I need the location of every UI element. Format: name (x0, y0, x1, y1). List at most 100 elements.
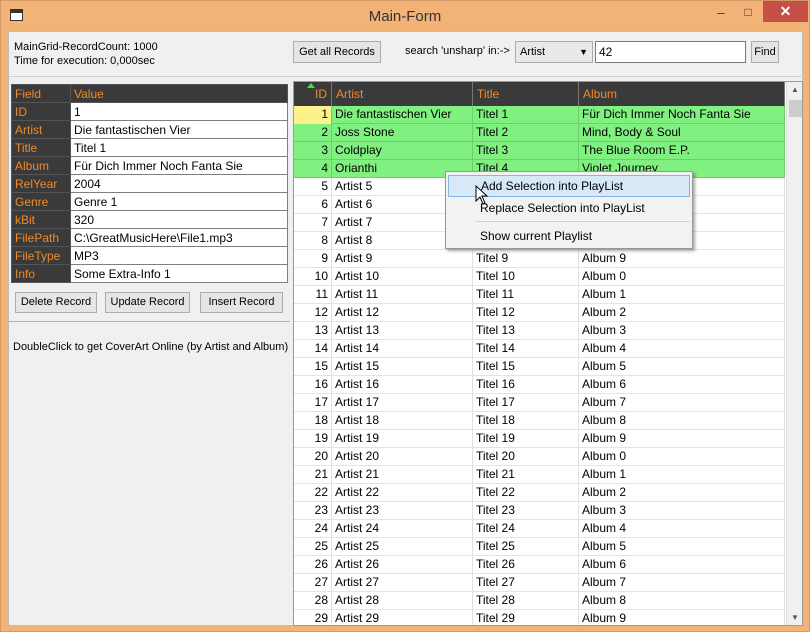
cell-artist[interactable]: Artist 18 (332, 412, 473, 430)
cell-artist[interactable]: Die fantastischen Vier (332, 106, 473, 124)
find-button[interactable]: Find (751, 41, 779, 63)
vertical-scrollbar[interactable]: ▲ ▼ (786, 82, 802, 625)
cell-title[interactable]: Titel 16 (473, 376, 579, 394)
cell-artist[interactable]: Artist 23 (332, 502, 473, 520)
table-row[interactable]: 21 Artist 21 Titel 21 Album 1 (294, 466, 785, 484)
cell-artist[interactable]: Artist 12 (332, 304, 473, 322)
cell-title[interactable]: Titel 10 (473, 268, 579, 286)
cell-title[interactable]: Titel 18 (473, 412, 579, 430)
table-row[interactable]: 17 Artist 17 Titel 17 Album 7 (294, 394, 785, 412)
cell-album[interactable]: Album 8 (579, 412, 785, 430)
insert-record-button[interactable]: Insert Record (200, 292, 283, 313)
cell-id[interactable]: 9 (294, 250, 332, 268)
cell-title[interactable]: Titel 24 (473, 520, 579, 538)
cover-art-panel[interactable]: DoubleClick to get CoverArt Online (by A… (9, 321, 290, 625)
cell-title[interactable]: Titel 22 (473, 484, 579, 502)
column-header-album[interactable]: Album (579, 82, 785, 106)
column-header-title[interactable]: Title (473, 82, 579, 106)
cell-album[interactable]: Album 3 (579, 502, 785, 520)
cell-id[interactable]: 28 (294, 592, 332, 610)
cell-title[interactable]: Titel 14 (473, 340, 579, 358)
scroll-up-icon[interactable]: ▲ (791, 85, 799, 94)
cell-artist[interactable]: Artist 26 (332, 556, 473, 574)
update-record-button[interactable]: Update Record (105, 292, 190, 313)
detail-field-value[interactable]: C:\GreatMusicHere\File1.mp3 (70, 228, 288, 247)
cell-artist[interactable]: Artist 17 (332, 394, 473, 412)
cell-id[interactable]: 24 (294, 520, 332, 538)
table-row[interactable]: 18 Artist 18 Titel 18 Album 8 (294, 412, 785, 430)
detail-field-value[interactable]: Die fantastischen Vier (70, 120, 288, 139)
column-header-artist[interactable]: Artist (332, 82, 473, 106)
cell-album[interactable]: Album 0 (579, 448, 785, 466)
main-grid[interactable]: ID Artist Title Album 1 Die fantastischen… (293, 81, 803, 626)
cell-album[interactable]: Album 9 (579, 610, 785, 625)
cell-album[interactable]: Album 2 (579, 484, 785, 502)
cell-id[interactable]: 19 (294, 430, 332, 448)
cell-title[interactable]: Titel 1 (473, 106, 579, 124)
table-row[interactable]: 10 Artist 10 Titel 10 Album 0 (294, 268, 785, 286)
cell-id[interactable]: 23 (294, 502, 332, 520)
cell-title[interactable]: Titel 28 (473, 592, 579, 610)
cell-title[interactable]: Titel 11 (473, 286, 579, 304)
cell-id[interactable]: 14 (294, 340, 332, 358)
table-row[interactable]: 12 Artist 12 Titel 12 Album 2 (294, 304, 785, 322)
table-row[interactable]: 22 Artist 22 Titel 22 Album 2 (294, 484, 785, 502)
cell-title[interactable]: Titel 17 (473, 394, 579, 412)
cell-artist[interactable]: Artist 22 (332, 484, 473, 502)
cell-id[interactable]: 29 (294, 610, 332, 625)
table-row[interactable]: 3 Coldplay Titel 3 The Blue Room E.P. (294, 142, 785, 160)
detail-field-value[interactable]: Some Extra-Info 1 (70, 264, 288, 283)
search-input[interactable]: 42 (595, 41, 746, 63)
cell-id[interactable]: 18 (294, 412, 332, 430)
cell-album[interactable]: Album 3 (579, 322, 785, 340)
table-row[interactable]: 2 Joss Stone Titel 2 Mind, Body & Soul (294, 124, 785, 142)
minimize-button[interactable]: – (710, 5, 732, 23)
cell-title[interactable]: Titel 27 (473, 574, 579, 592)
table-row[interactable]: 23 Artist 23 Titel 23 Album 3 (294, 502, 785, 520)
cell-title[interactable]: Titel 21 (473, 466, 579, 484)
cell-title[interactable]: Titel 12 (473, 304, 579, 322)
cell-title[interactable]: Titel 13 (473, 322, 579, 340)
cell-artist[interactable]: Artist 16 (332, 376, 473, 394)
cell-id[interactable]: 8 (294, 232, 332, 250)
table-row[interactable]: 27 Artist 27 Titel 27 Album 7 (294, 574, 785, 592)
cell-artist[interactable]: Artist 24 (332, 520, 473, 538)
cell-artist[interactable]: Artist 29 (332, 610, 473, 625)
table-row[interactable]: 26 Artist 26 Titel 26 Album 6 (294, 556, 785, 574)
detail-field-value[interactable]: 2004 (70, 174, 288, 193)
cell-id[interactable]: 4 (294, 160, 332, 178)
title-bar[interactable]: Main-Form – □ ✕ (1, 1, 809, 31)
cell-artist[interactable]: Artist 20 (332, 448, 473, 466)
close-button[interactable]: ✕ (763, 1, 808, 22)
delete-record-button[interactable]: Delete Record (15, 292, 97, 313)
maximize-button[interactable]: □ (737, 5, 759, 23)
cell-artist[interactable]: Artist 11 (332, 286, 473, 304)
cell-artist[interactable]: Artist 15 (332, 358, 473, 376)
table-row[interactable]: 24 Artist 24 Titel 24 Album 4 (294, 520, 785, 538)
detail-field-value[interactable]: Titel 1 (70, 138, 288, 157)
cell-album[interactable]: Album 9 (579, 430, 785, 448)
cell-artist[interactable]: Coldplay (332, 142, 473, 160)
cell-album[interactable]: Album 7 (579, 574, 785, 592)
cell-title[interactable]: Titel 20 (473, 448, 579, 466)
cell-album[interactable]: Album 8 (579, 592, 785, 610)
cell-album[interactable]: Album 6 (579, 376, 785, 394)
cell-album[interactable]: Mind, Body & Soul (579, 124, 785, 142)
table-row[interactable]: 29 Artist 29 Titel 29 Album 9 (294, 610, 785, 625)
cell-id[interactable]: 5 (294, 178, 332, 196)
table-row[interactable]: 1 Die fantastischen Vier Titel 1 Für Dich I… (294, 106, 785, 124)
cell-id[interactable]: 3 (294, 142, 332, 160)
cell-artist[interactable]: Artist 21 (332, 466, 473, 484)
table-row[interactable]: 28 Artist 28 Titel 28 Album 8 (294, 592, 785, 610)
cell-id[interactable]: 17 (294, 394, 332, 412)
cell-id[interactable]: 2 (294, 124, 332, 142)
cell-id[interactable]: 1 (294, 106, 332, 124)
cell-title[interactable]: Titel 19 (473, 430, 579, 448)
table-row[interactable]: 9 Artist 9 Titel 9 Album 9 (294, 250, 785, 268)
cell-album[interactable]: Album 1 (579, 286, 785, 304)
cell-album[interactable]: Album 5 (579, 358, 785, 376)
cell-album[interactable]: Album 4 (579, 340, 785, 358)
cell-id[interactable]: 26 (294, 556, 332, 574)
cell-title[interactable]: Titel 23 (473, 502, 579, 520)
cell-id[interactable]: 25 (294, 538, 332, 556)
